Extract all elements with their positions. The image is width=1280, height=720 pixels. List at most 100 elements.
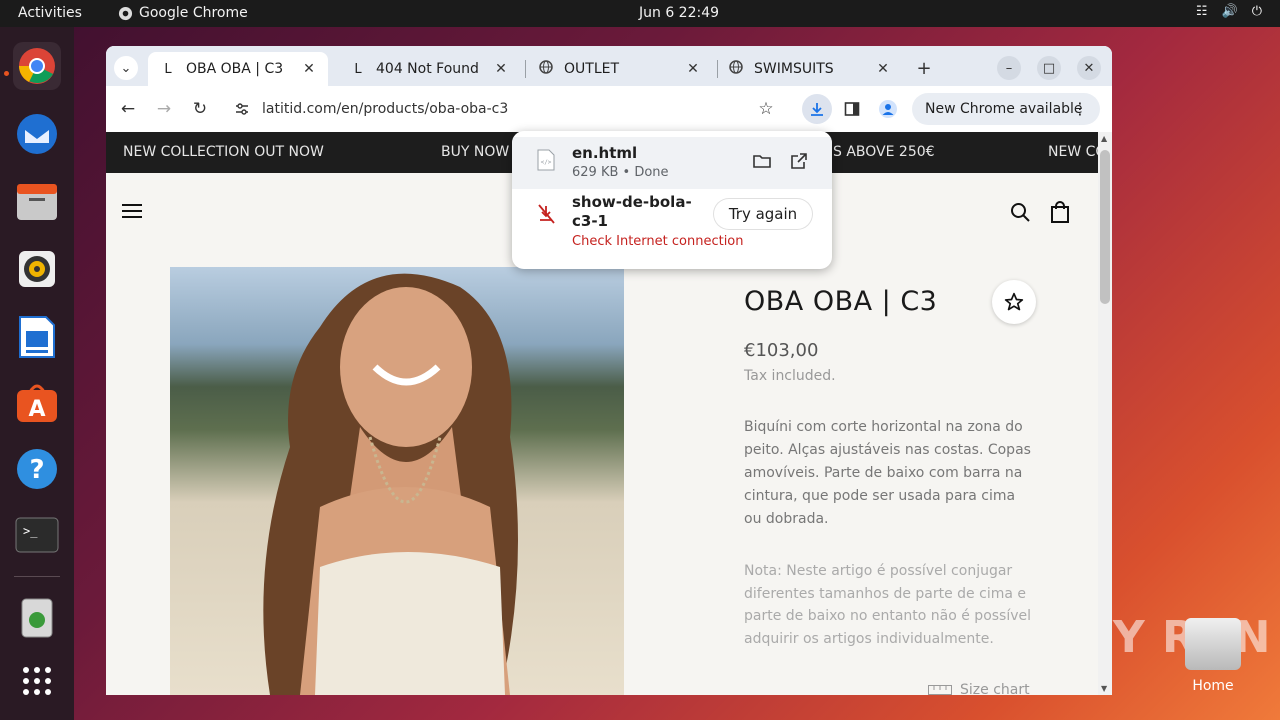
close-icon[interactable]: ✕ <box>874 61 892 77</box>
download-filename-line2: c3-1 <box>572 212 608 230</box>
download-failed-icon <box>538 204 555 224</box>
close-window-button[interactable]: ✕ <box>1077 56 1101 80</box>
folder-icon[interactable] <box>753 153 771 169</box>
promo-text[interactable]: BUY NOW <box>441 144 509 160</box>
product-title: OBA OBA | C3 <box>744 286 938 317</box>
star-icon: ☆ <box>758 99 774 119</box>
svg-text:>_: >_ <box>23 524 38 538</box>
download-icon <box>811 103 823 116</box>
back-button[interactable]: ← <box>116 97 140 121</box>
reload-icon: ↻ <box>192 99 208 119</box>
downloads-button[interactable] <box>802 94 832 124</box>
promo-text: NEW COLLECTION OUT NOW <box>123 144 324 160</box>
system-tray[interactable]: ☷ 🔊 ⏻ <box>1196 4 1262 19</box>
url-text: latitid.com/en/products/oba-oba-c3 <box>262 101 509 117</box>
search-icon[interactable] <box>1010 202 1030 222</box>
app-menu[interactable]: Google Chrome <box>118 5 248 21</box>
running-indicator <box>4 71 9 76</box>
app-center-dock-icon[interactable]: A <box>13 378 61 426</box>
svg-text:</>: </> <box>541 159 552 166</box>
plus-icon: + <box>916 57 932 79</box>
size-chart-label: Size chart <box>960 682 1030 695</box>
close-icon[interactable]: ✕ <box>300 61 318 77</box>
volume-icon: 🔊 <box>1221 4 1238 19</box>
scrollbar-thumb[interactable] <box>1100 150 1110 304</box>
terminal-dock-icon[interactable]: >_ <box>13 511 61 559</box>
trash-dock-icon[interactable] <box>13 593 61 641</box>
chrome-dock-icon[interactable] <box>13 42 61 90</box>
ruler-icon <box>928 685 952 695</box>
bookmark-star-button[interactable]: ☆ <box>754 97 778 121</box>
wishlist-button[interactable] <box>992 280 1036 324</box>
new-tab-button[interactable]: + <box>912 56 936 80</box>
size-chart-link[interactable]: Size chart <box>928 682 1030 695</box>
svg-text:?: ? <box>29 455 44 485</box>
tab-outlet[interactable]: OUTLET ✕ <box>526 52 712 86</box>
download-item[interactable]: </> en.html 629 KB • Done <box>512 137 832 189</box>
globe-icon <box>538 60 554 78</box>
arrow-right-icon: → <box>156 99 172 119</box>
address-bar[interactable]: latitid.com/en/products/oba-oba-c3 <box>226 92 786 126</box>
tab-title: SWIMSUITS <box>754 61 834 77</box>
arrow-left-icon: ← <box>120 99 136 119</box>
side-panel-button[interactable] <box>840 97 864 121</box>
tab-oba-oba[interactable]: L OBA OBA | C3 ✕ <box>148 52 328 86</box>
maximize-button[interactable]: □ <box>1037 56 1061 80</box>
chrome-window: ⌄ L OBA OBA | C3 ✕ L 404 Not Found ✕ OUT… <box>106 46 1112 695</box>
desktop-home-folder[interactable]: Home <box>1180 618 1246 694</box>
hamburger-menu-icon[interactable] <box>122 203 142 219</box>
downloads-bubble: </> en.html 629 KB • Done show-de-bola- … <box>512 131 832 269</box>
clock[interactable]: Jun 6 22:49 <box>639 5 719 21</box>
rhythmbox-dock-icon[interactable] <box>13 245 61 293</box>
close-icon[interactable]: ✕ <box>492 61 510 77</box>
tab-favicon: L <box>354 61 362 77</box>
new-chrome-available-button[interactable]: New Chrome available ⋮ <box>912 93 1100 125</box>
chrome-small-icon <box>118 6 133 20</box>
chevron-down-icon: ⌄ <box>120 60 132 76</box>
libreoffice-writer-dock-icon[interactable] <box>13 313 61 361</box>
minimize-button[interactable]: – <box>997 56 1021 80</box>
scroll-up-arrow-icon[interactable]: ▲ <box>1101 134 1107 143</box>
show-apps-icon[interactable] <box>13 657 61 705</box>
network-icon: ☷ <box>1195 4 1208 19</box>
download-filename-line1: show-de-bola- <box>572 193 692 211</box>
try-again-button[interactable]: Try again <box>714 199 812 229</box>
product-image[interactable] <box>170 267 624 695</box>
avatar-icon <box>879 100 897 118</box>
dock-separator <box>14 576 60 577</box>
scroll-down-arrow-icon[interactable]: ▼ <box>1101 684 1107 693</box>
tab-search-button[interactable]: ⌄ <box>114 56 138 80</box>
help-dock-icon[interactable]: ? <box>13 445 61 493</box>
star-icon <box>1004 292 1024 311</box>
tab-strip: ⌄ L OBA OBA | C3 ✕ L 404 Not Found ✕ OUT… <box>106 46 1112 86</box>
app-name: Google Chrome <box>139 5 248 21</box>
side-panel-icon <box>844 102 860 116</box>
tax-note: Tax included. <box>744 368 836 384</box>
promo-text: NEW CO <box>1048 144 1098 160</box>
close-icon[interactable]: ✕ <box>684 61 702 77</box>
more-vert-icon[interactable]: ⋮ <box>1072 99 1088 118</box>
svg-text:A: A <box>28 397 45 422</box>
model-photo <box>263 273 518 695</box>
profile-button[interactable] <box>876 97 900 121</box>
site-settings-icon[interactable] <box>234 101 250 117</box>
download-filename: en.html <box>572 144 638 162</box>
open-external-icon[interactable] <box>790 152 808 170</box>
html-file-icon: </> <box>537 149 555 171</box>
forward-button[interactable]: → <box>152 97 176 121</box>
tab-title: OBA OBA | C3 <box>186 61 284 77</box>
download-item-failed[interactable]: show-de-bola- c3-1 Check Internet connec… <box>512 193 832 263</box>
shopping-bag-icon[interactable] <box>1051 201 1069 223</box>
tab-404[interactable]: L 404 Not Found ✕ <box>338 52 520 86</box>
reload-button[interactable]: ↻ <box>188 97 212 121</box>
download-error: Check Internet connection <box>572 234 744 249</box>
page-scrollbar[interactable]: ▲ ▼ <box>1098 132 1112 695</box>
files-dock-icon[interactable] <box>13 178 61 226</box>
tab-title: OUTLET <box>564 61 620 77</box>
activities-button[interactable]: Activities <box>18 5 82 21</box>
tab-swimsuits[interactable]: SWIMSUITS ✕ <box>716 52 902 86</box>
home-folder-icon <box>1185 618 1241 670</box>
thunderbird-dock-icon[interactable] <box>13 110 61 158</box>
update-label: New Chrome available <box>925 101 1083 117</box>
close-icon: ✕ <box>1083 60 1095 76</box>
